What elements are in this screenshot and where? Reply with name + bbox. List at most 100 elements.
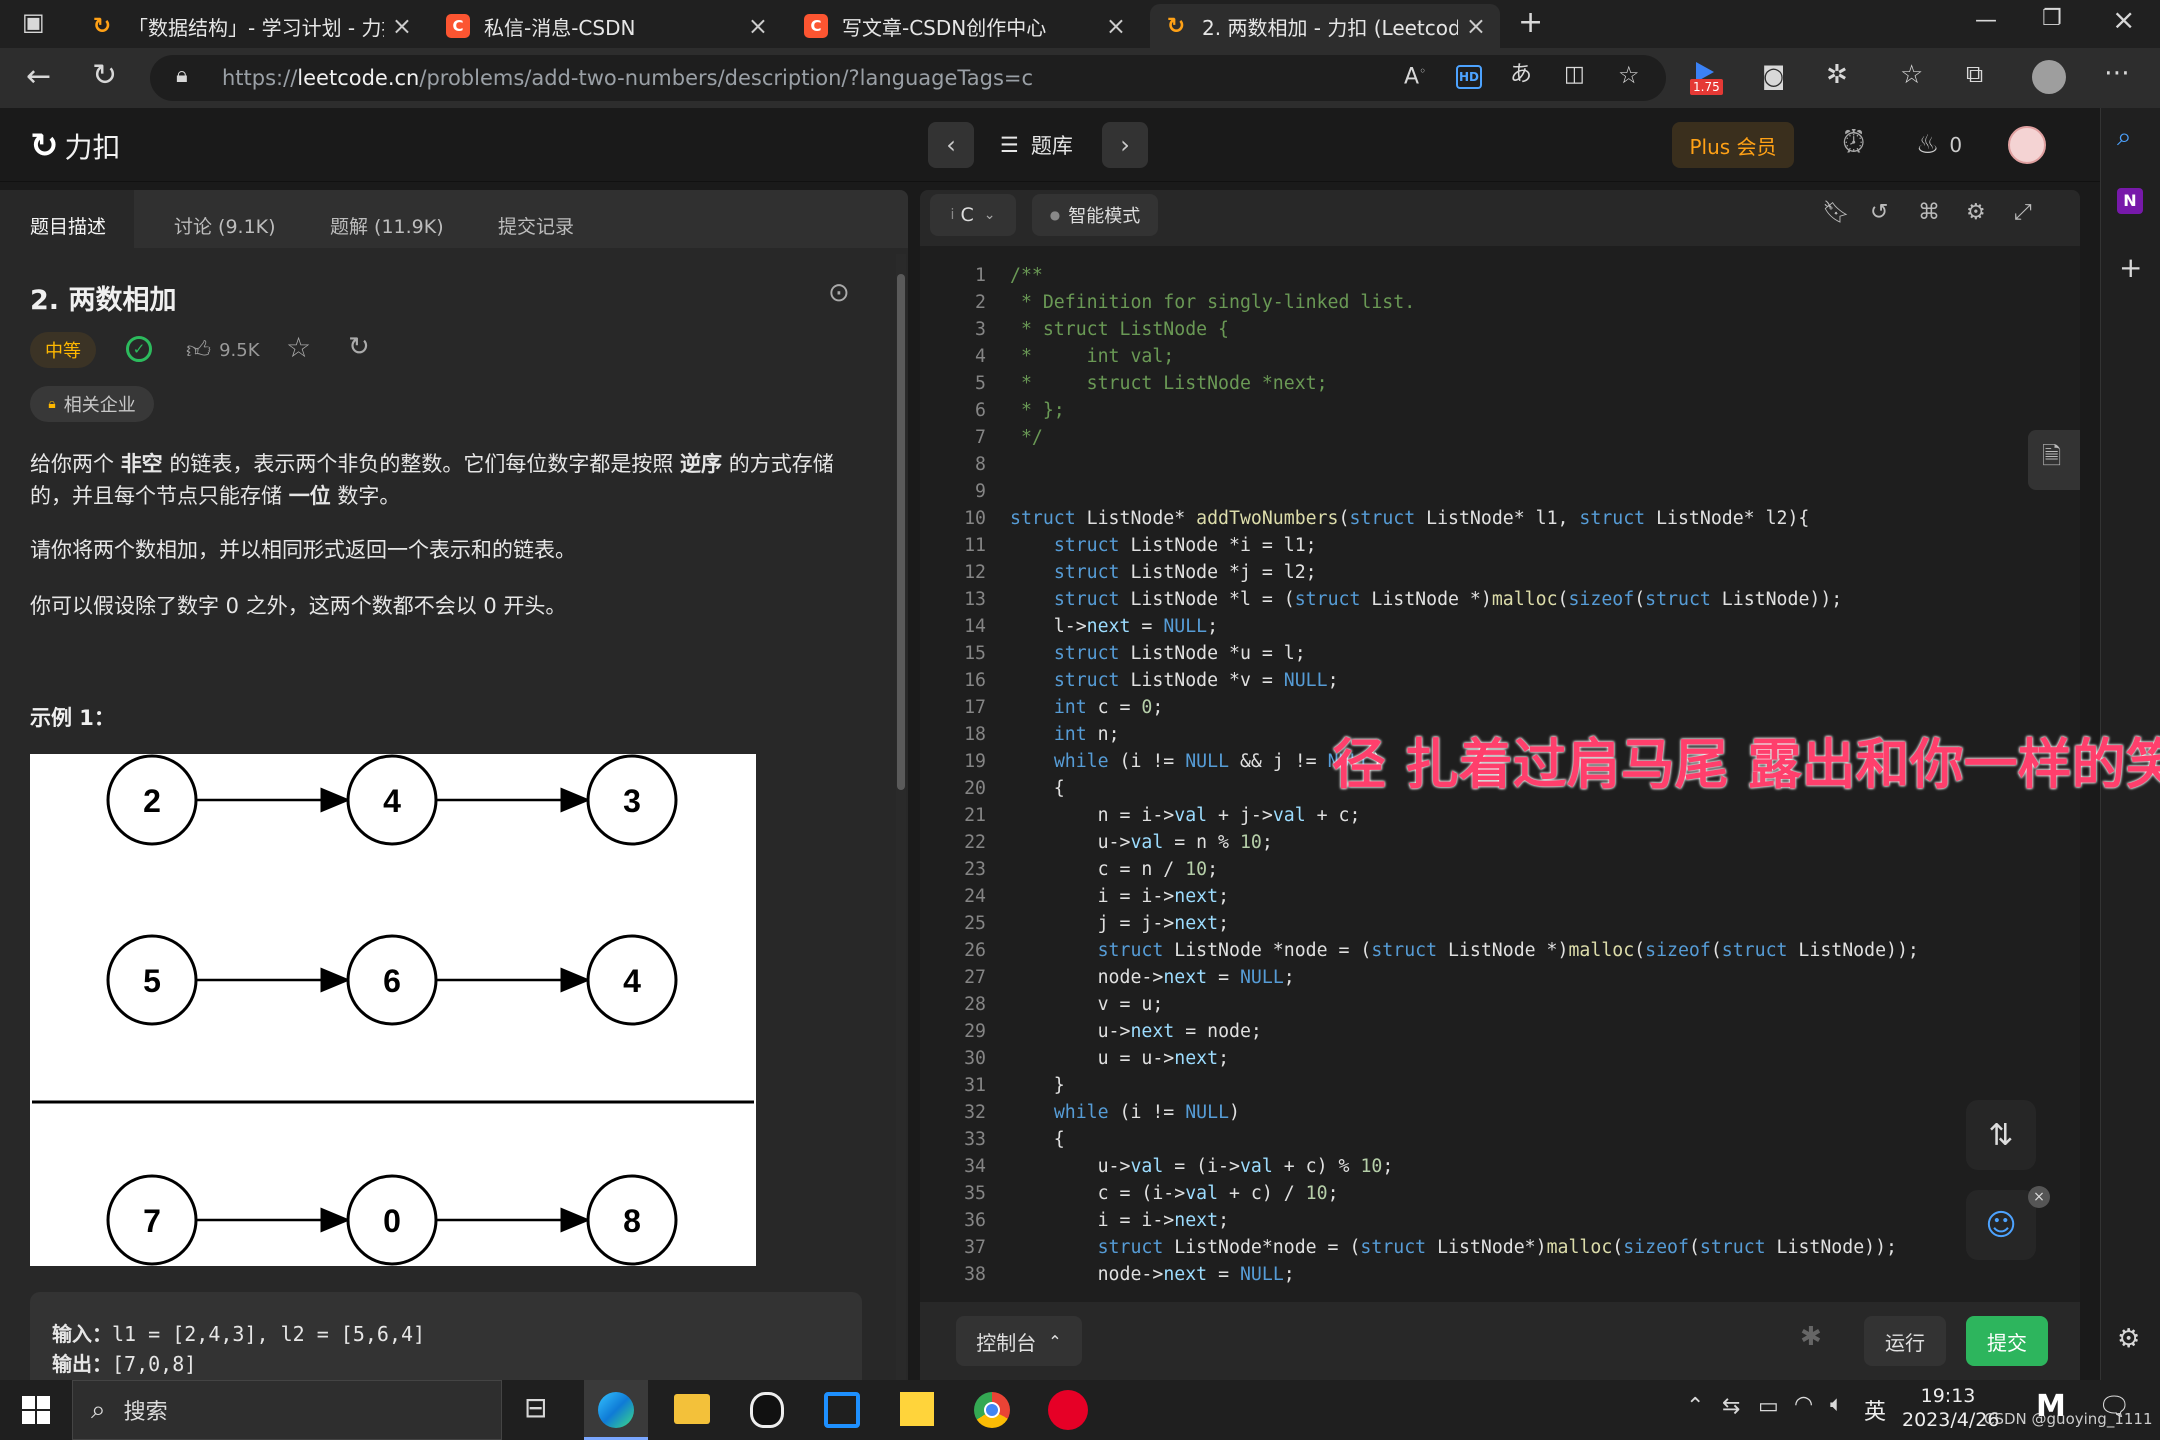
code-format-button[interactable]: ⇅	[1966, 1100, 2036, 1170]
code-line[interactable]: struct ListNode *node = (struct ListNode…	[1010, 937, 1919, 964]
code-line[interactable]: struct ListNode *v = NULL;	[1010, 667, 1339, 694]
editor-settings-icon[interactable]: ⚙	[1966, 202, 1986, 224]
edge-taskbar-button[interactable]	[584, 1380, 648, 1440]
code-line[interactable]: * struct ListNode *next;	[1010, 370, 1328, 397]
ime-indicator[interactable]: 英	[1864, 1394, 1886, 1426]
more-menu-icon[interactable]: ⋯	[2104, 60, 2130, 86]
task-view-icon[interactable]: ⊟	[524, 1394, 547, 1422]
code-line[interactable]: int c = 0;	[1010, 694, 1164, 721]
code-line[interactable]: u = u->next;	[1010, 1045, 1229, 1072]
code-line[interactable]: c = (i->val + c) / 10;	[1010, 1180, 1339, 1207]
problem-list-button[interactable]: ☰ 题库	[1000, 130, 1073, 160]
code-line[interactable]: u->val = n % 10;	[1010, 829, 1273, 856]
code-line[interactable]: struct ListNode *i = l1;	[1010, 532, 1317, 559]
refresh-icon[interactable]: ↻	[92, 61, 117, 91]
back-icon[interactable]: ←	[26, 62, 51, 92]
next-problem-button[interactable]: ›	[1102, 122, 1148, 168]
tab-description[interactable]: 题目描述	[30, 212, 106, 239]
close-tab-icon[interactable]: ×	[1466, 12, 1486, 40]
code-line[interactable]: {	[1010, 775, 1065, 802]
battery-icon[interactable]: ▭	[1758, 1396, 1779, 1418]
chrome-icon[interactable]	[974, 1392, 1010, 1428]
code-line[interactable]: {	[1010, 1126, 1065, 1153]
extension-video-speed[interactable]: 1.75	[1690, 62, 1726, 96]
clock[interactable]: 19:13 2023/4/26	[1902, 1384, 1999, 1432]
leetcode-logo[interactable]: ↻ 力扣	[30, 126, 121, 166]
code-line[interactable]: struct ListNode *j = l2;	[1010, 559, 1317, 586]
translate-icon[interactable]: あ	[1510, 64, 1532, 86]
more-options-icon[interactable]: ⊙	[828, 280, 850, 306]
star-icon[interactable]: ☆	[286, 334, 311, 362]
code-line[interactable]: */	[1010, 424, 1043, 451]
streak-counter[interactable]: ♨ 0	[1916, 130, 1962, 160]
code-line[interactable]: struct ListNode*node = (struct ListNode*…	[1010, 1234, 1897, 1261]
remote-desktop-icon[interactable]	[824, 1392, 860, 1428]
address-bar[interactable]: 🔒︎ https://leetcode.cn/problems/add-two-…	[150, 55, 1666, 101]
close-tab-icon[interactable]: ×	[748, 12, 768, 40]
code-line[interactable]: * int val;	[1010, 343, 1174, 370]
lock-icon[interactable]: 🔒︎	[176, 65, 188, 87]
share-icon[interactable]: ↻	[348, 334, 370, 360]
language-select[interactable]: i C ⌄	[930, 194, 1016, 236]
code-line[interactable]: * struct ListNode {	[1010, 316, 1229, 343]
add-sidebar-app-icon[interactable]: +	[2119, 254, 2142, 282]
problem-scrollbar-thumb[interactable]	[897, 274, 905, 790]
code-line[interactable]: node->next = NULL;	[1010, 964, 1295, 991]
code-line[interactable]: struct ListNode* addTwoNumbers(struct Li…	[1010, 505, 1809, 532]
code-line[interactable]: while (i != NULL && j != NULL)	[1010, 748, 1383, 775]
smart-mode-button[interactable]: ● 智能模式	[1032, 194, 1158, 236]
browser-tab-csdn-write[interactable]: C 写文章-CSDN创作中心 ×	[790, 4, 1140, 48]
tab-submissions[interactable]: 提交记录	[498, 212, 574, 239]
hd-icon[interactable]: HD	[1456, 65, 1482, 89]
favorites-icon[interactable]: ☆	[1900, 62, 1923, 88]
code-line[interactable]: node->next = NULL;	[1010, 1261, 1295, 1288]
shortcuts-icon[interactable]: ⌘	[1918, 202, 1940, 224]
like-button[interactable]: 👍︎ 9.5K	[186, 336, 260, 365]
netease-music-icon[interactable]	[1048, 1390, 1088, 1430]
debug-bug-icon[interactable]: ✱	[1800, 1324, 1822, 1350]
sticky-notes-icon[interactable]	[900, 1392, 934, 1426]
wifi-icon[interactable]: ◠	[1794, 1394, 1813, 1416]
extensions-icon[interactable]: ✲	[1826, 62, 1848, 88]
browser-tab-leetcode-active[interactable]: ↻ 2. 两数相加 - 力扣 (Leetcode) ×	[1150, 4, 1500, 48]
tab-actions-icon[interactable]: ▣	[22, 10, 45, 34]
code-line[interactable]: /**	[1010, 262, 1043, 289]
volume-icon[interactable]: 🔈︎	[1830, 1394, 1843, 1416]
browser-tab-csdn-messages[interactable]: C 私信-消息-CSDN ×	[432, 4, 782, 48]
sidebar-settings-icon[interactable]: ⚙	[2117, 1326, 2140, 1352]
code-line[interactable]: while (i != NULL)	[1010, 1099, 1240, 1126]
code-line[interactable]: * };	[1010, 397, 1065, 424]
feedback-button[interactable]: ☺	[1966, 1190, 2036, 1260]
code-line[interactable]: v = u;	[1010, 1288, 1164, 1292]
tab-discussion[interactable]: 讨论 (9.1K)	[174, 212, 276, 239]
close-tab-icon[interactable]: ×	[392, 12, 412, 40]
qq-icon[interactable]	[750, 1392, 784, 1428]
close-feedback-icon[interactable]: ×	[2028, 1186, 2050, 1208]
fullscreen-icon[interactable]: ⤢	[2014, 202, 2032, 224]
browser-tab-datastructure[interactable]: ↻ 「数据结构」- 学习计划 - 力扣 ×	[76, 4, 426, 48]
code-line[interactable]: i = i->next;	[1010, 883, 1229, 910]
code-line[interactable]: * Definition for singly-linked list.	[1010, 289, 1415, 316]
submit-button[interactable]: 提交	[1966, 1316, 2048, 1366]
reset-code-icon[interactable]: ↺	[1870, 202, 1888, 224]
bookmark-icon[interactable]: 🔖︎	[1822, 202, 1850, 224]
tray-app-icon[interactable]: ⇆	[1722, 1396, 1740, 1418]
code-line[interactable]: i = i->next;	[1010, 1207, 1229, 1234]
show-hidden-icons-chevron-icon[interactable]: ⌃	[1686, 1396, 1704, 1418]
file-explorer-icon[interactable]	[674, 1394, 710, 1424]
tab-solutions[interactable]: 题解 (11.9K)	[330, 212, 444, 239]
run-button[interactable]: 运行	[1864, 1316, 1946, 1366]
code-line[interactable]: struct ListNode *l = (struct ListNode *)…	[1010, 586, 1842, 613]
code-line[interactable]: u->val = (i->val + c) % 10;	[1010, 1153, 1394, 1180]
code-line[interactable]: u->next = node;	[1010, 1018, 1262, 1045]
console-toggle-button[interactable]: 控制台 ⌃	[956, 1316, 1082, 1366]
code-line[interactable]: c = n / 10;	[1010, 856, 1218, 883]
add-favorite-icon[interactable]: ☆	[1618, 63, 1640, 87]
search-icon[interactable]: ⌕	[2117, 124, 2132, 150]
window-close-icon[interactable]: ×	[2112, 6, 2135, 34]
restore-icon[interactable]: ❐	[2042, 8, 2062, 30]
close-tab-icon[interactable]: ×	[1106, 12, 1126, 40]
notification-center-icon[interactable]: 🗨︎	[2098, 1394, 2131, 1420]
mask-extension-icon[interactable]: ◙	[1762, 64, 1785, 88]
windows-start-icon[interactable]	[22, 1396, 50, 1424]
